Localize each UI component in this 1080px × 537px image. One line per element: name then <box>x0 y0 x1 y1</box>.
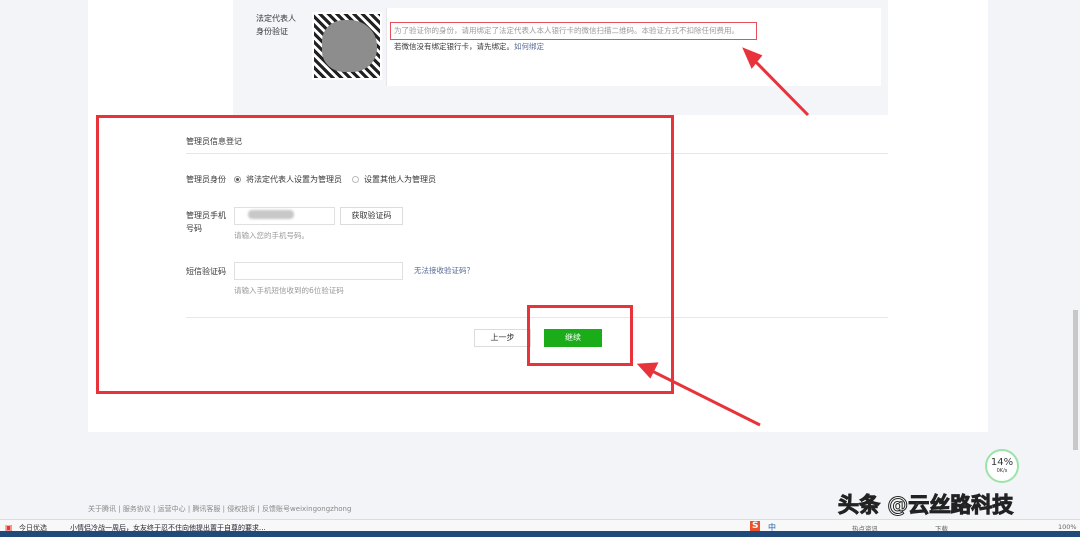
footer-link[interactable]: 侵权投诉 <box>227 505 255 513</box>
annotation-arrows <box>636 47 810 427</box>
footer-link[interactable]: 服务协议 <box>123 505 151 513</box>
speed-rate: 0K/s <box>996 468 1008 474</box>
windows-taskbar <box>0 531 1080 537</box>
sogou-ime-icon[interactable]: S <box>750 521 761 531</box>
zoom-level[interactable]: 100% <box>1058 523 1077 531</box>
footer-link[interactable]: 腾讯客服 <box>192 505 220 513</box>
footer-link[interactable]: 运营中心 <box>158 505 186 513</box>
speed-widget[interactable]: 14% 0K/s <box>985 449 1019 483</box>
speed-percent: 14% <box>990 457 1014 468</box>
footer-link[interactable]: 反馈账号weixingongzhong <box>262 505 351 513</box>
footer-links: 关于腾讯 | 服务协议 | 运营中心 | 腾讯客服 | 侵权投诉 | 反馈账号w… <box>88 505 352 513</box>
arrow-head-icon <box>636 362 659 379</box>
arrow-icon <box>750 56 810 117</box>
arrow-icon <box>649 368 761 427</box>
footer-link[interactable]: 关于腾讯 <box>88 505 116 513</box>
watermark: 头条 @云丝路科技 <box>837 493 1014 518</box>
scrollbar[interactable] <box>1073 310 1078 450</box>
